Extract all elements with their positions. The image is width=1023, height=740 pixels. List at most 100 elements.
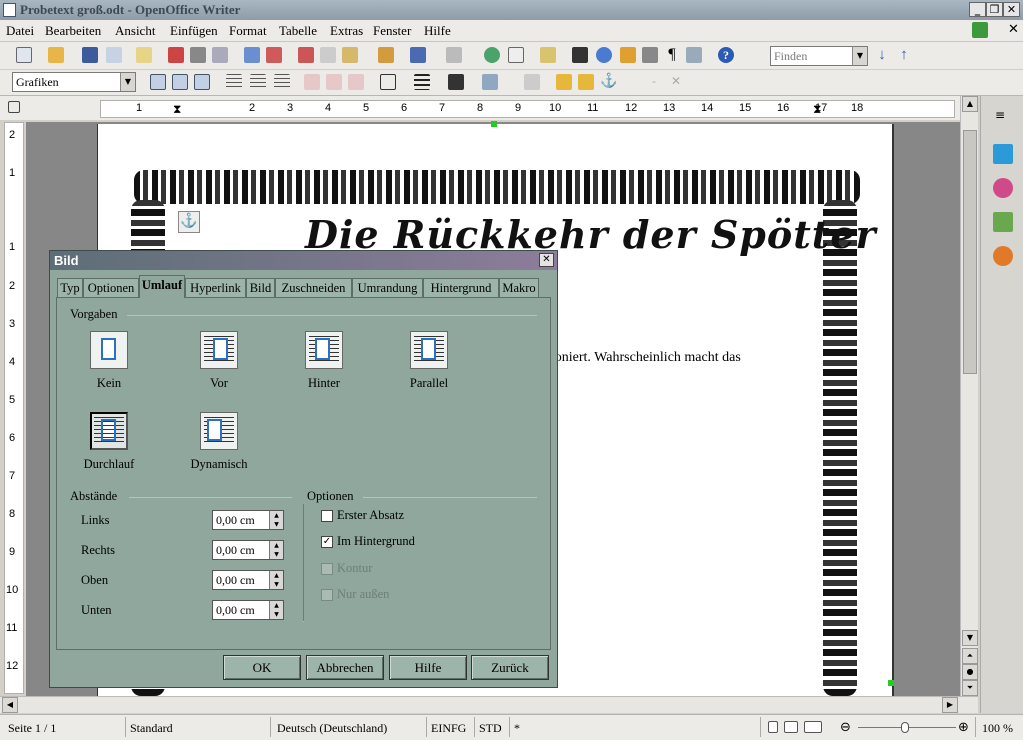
wrap-none-button[interactable] — [90, 331, 128, 369]
ornamental-border-right[interactable] — [823, 200, 857, 696]
tab-hintergrund[interactable]: Hintergrund — [423, 278, 499, 297]
align-left-icon[interactable] — [226, 74, 242, 90]
language[interactable]: Deutsch (Deutschland) — [277, 721, 387, 736]
navigator-icon[interactable] — [596, 47, 612, 63]
horizontal-scrollbar[interactable]: ◀ ▶ — [0, 696, 978, 713]
right-indent-marker[interactable]: ⧗ — [813, 102, 821, 117]
menu-einfuegen[interactable]: Einfügen — [170, 23, 218, 39]
format-paintbrush-icon[interactable] — [378, 47, 394, 63]
page-wrap-icon[interactable] — [172, 74, 188, 90]
spacing-right-field[interactable]: 0,00 cm ▲ ▼ — [212, 540, 284, 560]
previous-page-icon[interactable]: ⏶ — [962, 648, 978, 664]
borders-icon[interactable] — [380, 74, 396, 90]
sidebar-menu-icon[interactable]: ≡ — [995, 108, 1005, 122]
tab-stop-selector-icon[interactable] — [8, 101, 20, 113]
table-icon[interactable] — [508, 47, 524, 63]
tab-typ[interactable]: Typ — [57, 278, 83, 297]
align-bottom-icon[interactable] — [348, 74, 364, 90]
menu-tabelle[interactable]: Tabelle — [279, 23, 317, 39]
tab-optionen[interactable]: Optionen — [83, 278, 139, 297]
anchor-icon[interactable]: ⚓ — [178, 211, 200, 233]
zoom-icon[interactable] — [686, 47, 702, 63]
spin-arrows-icon[interactable]: ▲ ▼ — [269, 541, 283, 559]
export-pdf-icon[interactable] — [168, 47, 184, 63]
bring-to-front-icon[interactable] — [556, 74, 572, 90]
page-style[interactable]: Standard — [130, 721, 173, 736]
menu-datei[interactable]: Datei — [6, 23, 34, 39]
zoom-in-icon[interactable]: ⊕ — [958, 720, 969, 735]
selection-mode[interactable]: STD — [479, 721, 502, 736]
align-center-icon[interactable] — [250, 74, 266, 90]
wrap-parallel-button[interactable] — [410, 331, 448, 369]
send-to-back-icon[interactable] — [578, 74, 594, 90]
find-input[interactable]: Finden ▼ — [770, 46, 868, 66]
menu-extras[interactable]: Extras — [330, 23, 363, 39]
update-icon[interactable] — [972, 22, 988, 38]
border-color-icon[interactable] — [448, 74, 464, 90]
in-background-checkbox[interactable]: ✓ — [321, 536, 333, 548]
open-icon[interactable] — [48, 47, 64, 63]
spellcheck-icon[interactable] — [244, 47, 260, 63]
scroll-down-icon[interactable]: ▼ — [962, 630, 978, 646]
tab-umlauf[interactable]: Umlauf — [139, 275, 185, 298]
style-dropdown-icon[interactable]: ▼ — [120, 73, 135, 91]
new-document-icon[interactable] — [16, 47, 32, 63]
close-document-icon[interactable]: ✕ — [1008, 22, 1019, 37]
print-icon[interactable] — [190, 47, 206, 63]
spacing-left-field[interactable]: 0,00 cm ▲ ▼ — [212, 510, 284, 530]
menu-hilfe[interactable]: Hilfe — [424, 23, 451, 39]
single-page-view-icon[interactable] — [768, 721, 778, 733]
vertical-scrollbar[interactable]: ▲ ▼ ⏶ ● ⏷ — [960, 96, 978, 696]
zoom-slider-thumb[interactable] — [901, 722, 909, 733]
wrap-before-button[interactable] — [200, 331, 238, 369]
menu-fenster[interactable]: Fenster — [373, 23, 411, 39]
find-next-icon[interactable]: ↓ — [874, 47, 890, 63]
tab-zuschneiden[interactable]: Zuschneiden — [275, 278, 352, 297]
scroll-thumb[interactable] — [963, 130, 977, 374]
paragraph-style-combo[interactable]: Grafiken ▼ — [12, 72, 136, 92]
restore-button[interactable]: ❐ — [986, 2, 1003, 17]
spin-arrows-icon[interactable]: ▲ ▼ — [269, 571, 283, 589]
frame-properties-icon[interactable] — [524, 74, 540, 90]
wrap-through-button[interactable] — [90, 412, 128, 450]
save-icon[interactable] — [82, 47, 98, 63]
gallery-sidebar-icon[interactable] — [993, 212, 1013, 232]
menu-bearbeiten[interactable]: Bearbeiten — [45, 23, 101, 39]
scroll-up-icon[interactable]: ▲ — [962, 96, 978, 112]
tab-bild[interactable]: Bild — [246, 278, 275, 297]
back-button[interactable]: Zurück — [471, 655, 549, 680]
multi-page-view-icon[interactable] — [784, 721, 798, 733]
background-color-icon[interactable] — [482, 74, 498, 90]
cancel-button[interactable]: Abbrechen — [306, 655, 384, 680]
styles-icon[interactable] — [993, 178, 1013, 198]
selection-handle[interactable] — [888, 680, 894, 686]
properties-icon[interactable] — [993, 144, 1013, 164]
copy-icon[interactable] — [320, 47, 336, 63]
vertical-ruler[interactable]: 2 1 1 2 3 4 5 6 7 8 9 10 11 12 — [4, 122, 24, 694]
align-top-icon[interactable] — [304, 74, 320, 90]
anchor-icon[interactable]: ⚓ — [600, 74, 617, 90]
email-icon[interactable] — [106, 47, 122, 63]
navigator-sidebar-icon[interactable] — [993, 246, 1013, 266]
autospellcheck-icon[interactable] — [266, 47, 282, 63]
wrap-through-icon[interactable] — [194, 74, 210, 90]
paste-icon[interactable] — [342, 47, 358, 63]
edit-file-icon[interactable] — [136, 47, 152, 63]
cut-icon[interactable] — [298, 47, 314, 63]
scroll-left-icon[interactable]: ◀ — [2, 697, 18, 713]
minimize-button[interactable]: _ — [969, 2, 986, 17]
ornamental-border-top[interactable] — [134, 170, 860, 204]
page-indicator[interactable]: Seite 1 / 1 — [8, 721, 56, 736]
spacing-top-field[interactable]: 0,00 cm ▲ ▼ — [212, 570, 284, 590]
horizontal-ruler[interactable]: 1 2 3 4 5 6 7 8 9 10 11 12 13 14 15 16 1… — [100, 100, 955, 118]
spin-arrows-icon[interactable]: ▲ ▼ — [269, 511, 283, 529]
insert-mode[interactable]: EINFG — [431, 721, 466, 736]
first-paragraph-checkbox[interactable] — [321, 510, 333, 522]
help-button[interactable]: Hilfe — [389, 655, 467, 680]
wrap-off-icon[interactable] — [150, 74, 166, 90]
tab-makro[interactable]: Makro — [499, 278, 539, 297]
data-sources-icon[interactable] — [642, 47, 658, 63]
help-icon[interactable]: ? — [718, 47, 734, 63]
menu-ansicht[interactable]: Ansicht — [115, 23, 155, 39]
find-previous-icon[interactable]: ↑ — [896, 47, 912, 63]
